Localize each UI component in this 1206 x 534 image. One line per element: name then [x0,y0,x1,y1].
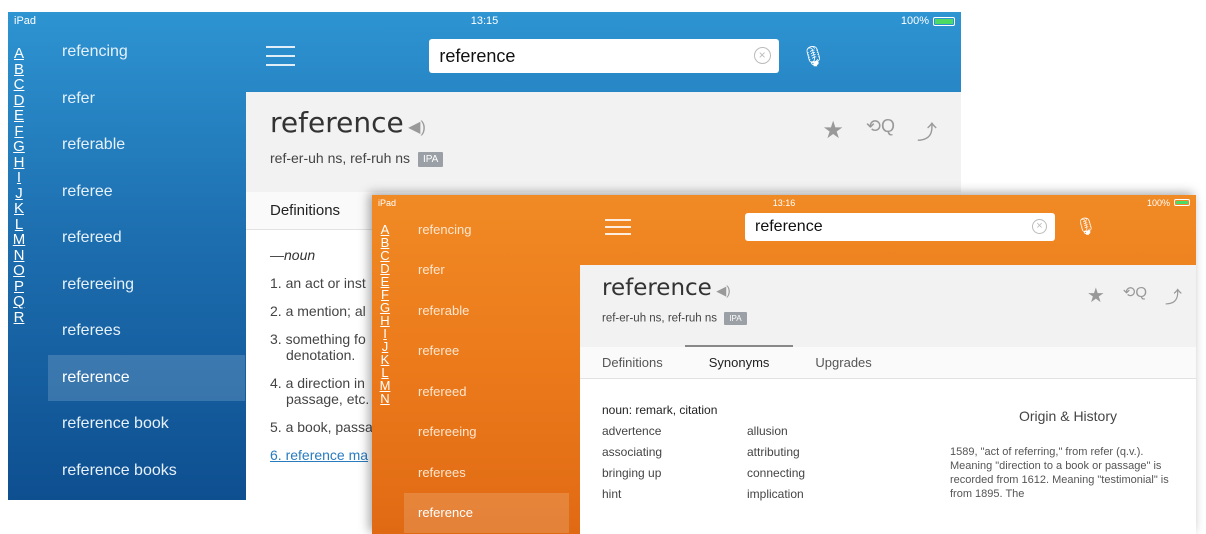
microphone-icon[interactable]: 🎙 [801,44,826,69]
word-list-item[interactable]: referees [48,308,245,355]
word-list: refencing refer referable referee refereed re… [48,29,245,494]
word-list-item[interactable]: reference [48,354,245,401]
alphabet-letter[interactable]: C [14,77,25,93]
alphabet-letter[interactable]: O [13,263,25,279]
word-list-item[interactable]: refereeing [404,412,569,453]
battery-percent: 100% [900,15,930,27]
definition-link[interactable]: 6. reference ma [270,447,373,463]
entry-panel: reference ◀) ref-er-uh ns, ref-ruh ns IP… [580,265,1196,534]
word-list-item[interactable]: reference books [48,448,245,495]
definition-item: 5. a book, passa [270,419,373,435]
synonym-item[interactable]: hint [602,487,747,501]
thesaurus-icon[interactable]: ⟲Q [1123,283,1147,308]
word-list-item[interactable]: refereeing [48,262,245,309]
alphabet-letter[interactable]: A [14,46,24,62]
tab-upgrades[interactable]: Upgrades [815,355,871,370]
alphabet-index[interactable]: ABCDEFGHIJKLMNOPQR [8,46,30,325]
alphabet-index[interactable]: ABCDEFGHIJKLMN [374,223,396,405]
alphabet-letter[interactable]: L [15,216,23,233]
synonym-item[interactable]: associating [602,445,747,459]
definition-item-cont: passage, etc. [286,391,370,407]
microphone-icon[interactable]: 🎙 [1075,217,1097,237]
clear-icon[interactable]: × [1032,219,1047,234]
speaker-icon[interactable]: ◀) [408,119,426,136]
toolbar: reference × 🎙 [605,205,1165,249]
synonym-item[interactable]: bringing up [602,466,747,480]
search-input[interactable]: reference × [745,213,1055,241]
synonym-item[interactable]: allusion [747,424,892,438]
alphabet-letter[interactable]: E [14,108,24,124]
alphabet-letter[interactable]: P [14,278,24,295]
definition-item: 4. a direction in [270,375,365,391]
word-list-item[interactable]: referee [48,169,245,216]
alphabet-letter[interactable]: B [14,61,24,78]
synonym-item[interactable]: attributing [747,445,892,459]
definition-item: 2. a mention; al [270,303,366,319]
word-list-item[interactable]: refereed [48,215,245,262]
word-list-item[interactable]: refencing [404,209,569,250]
synonyms-section: noun: remark, citation advertence allusi… [602,403,892,501]
tab-definitions[interactable]: Definitions [270,202,340,219]
definition-item: 3. something fo [270,331,366,347]
ipa-button[interactable]: IPA [417,151,444,167]
alphabet-letter[interactable]: I [17,170,21,186]
battery-icon [1174,199,1191,206]
definition-item-cont: denotation. [286,347,356,363]
word-list-item[interactable]: referee [404,331,569,372]
menu-icon[interactable] [266,46,296,66]
origin-text: 1589, "act of referring," from refer (q.… [950,446,1169,500]
share-icon[interactable]: ⤴ [1165,283,1182,308]
origin-history-panel: Origin & History 1589, "act of referring… [950,409,1186,501]
pronunciation: ref-er-uh ns, ref-ruh ns [602,312,718,325]
alphabet-letter[interactable]: N [380,392,389,405]
word-list-item[interactable]: reference book [48,401,245,448]
word-list-item[interactable]: refencing [48,29,245,76]
alphabet-letter[interactable]: G [13,139,25,155]
definition-item: 1. an act or inst [270,275,366,291]
synonym-item[interactable]: implication [747,487,892,501]
share-icon[interactable]: ⤴ [917,116,937,145]
menu-icon[interactable] [605,219,631,235]
search-input[interactable]: reference × [429,39,779,73]
word-list-item[interactable]: refer [404,250,569,291]
alphabet-letter[interactable]: H [14,154,25,171]
headword: reference [602,275,712,301]
word-list-item[interactable]: refereed [404,371,569,412]
alphabet-letter[interactable]: J [15,185,23,202]
toolbar: reference × 🎙 [266,26,826,86]
alphabet-letter[interactable]: R [14,309,25,326]
tab-bar: Definitions Synonyms Upgrades [580,345,1196,379]
headword: reference [270,106,404,139]
alphabet-letter[interactable]: K [14,201,24,217]
alphabet-letter[interactable]: F [14,123,23,140]
alphabet-letter[interactable]: Q [13,294,25,310]
word-list-item[interactable]: referable [48,122,245,169]
alphabet-letter[interactable]: N [14,247,25,264]
clear-icon[interactable]: × [753,47,771,64]
alphabet-letter[interactable]: D [14,92,25,109]
word-list-item[interactable]: referees [404,452,569,493]
thesaurus-icon[interactable]: ⟲Q [866,116,895,145]
word-list-item[interactable]: refer [48,76,245,123]
synonym-item[interactable]: connecting [747,466,892,480]
word-list-item[interactable]: referable [404,290,569,331]
pronunciation: ref-er-uh ns, ref-ruh ns [270,150,411,166]
tab-definitions[interactable]: Definitions [602,355,663,370]
battery-icon [933,16,956,26]
orange-screen: iPad 13:16 100% ABCDEFGHIJKLMN refencing… [372,195,1196,534]
speaker-icon[interactable]: ◀) [716,283,730,298]
tab-synonyms[interactable]: Synonyms [684,345,794,370]
word-list: refencing refer referable referee refereed re… [404,209,569,533]
part-of-speech: —noun [270,247,316,263]
synonym-heading: noun: remark, citation [602,403,718,417]
active-tab-indicator [684,345,794,347]
word-list-item[interactable]: reference [404,492,569,533]
alphabet-letter[interactable]: M [13,232,26,248]
ipa-button[interactable]: IPA [724,312,747,325]
definitions: —noun 1. an act or inst 2. a mention; al… [270,247,373,463]
synonym-item[interactable]: advertence [602,424,747,438]
origin-title: Origin & History [1018,408,1118,424]
star-icon[interactable]: ★ [822,116,844,145]
star-icon[interactable]: ★ [1087,283,1105,308]
